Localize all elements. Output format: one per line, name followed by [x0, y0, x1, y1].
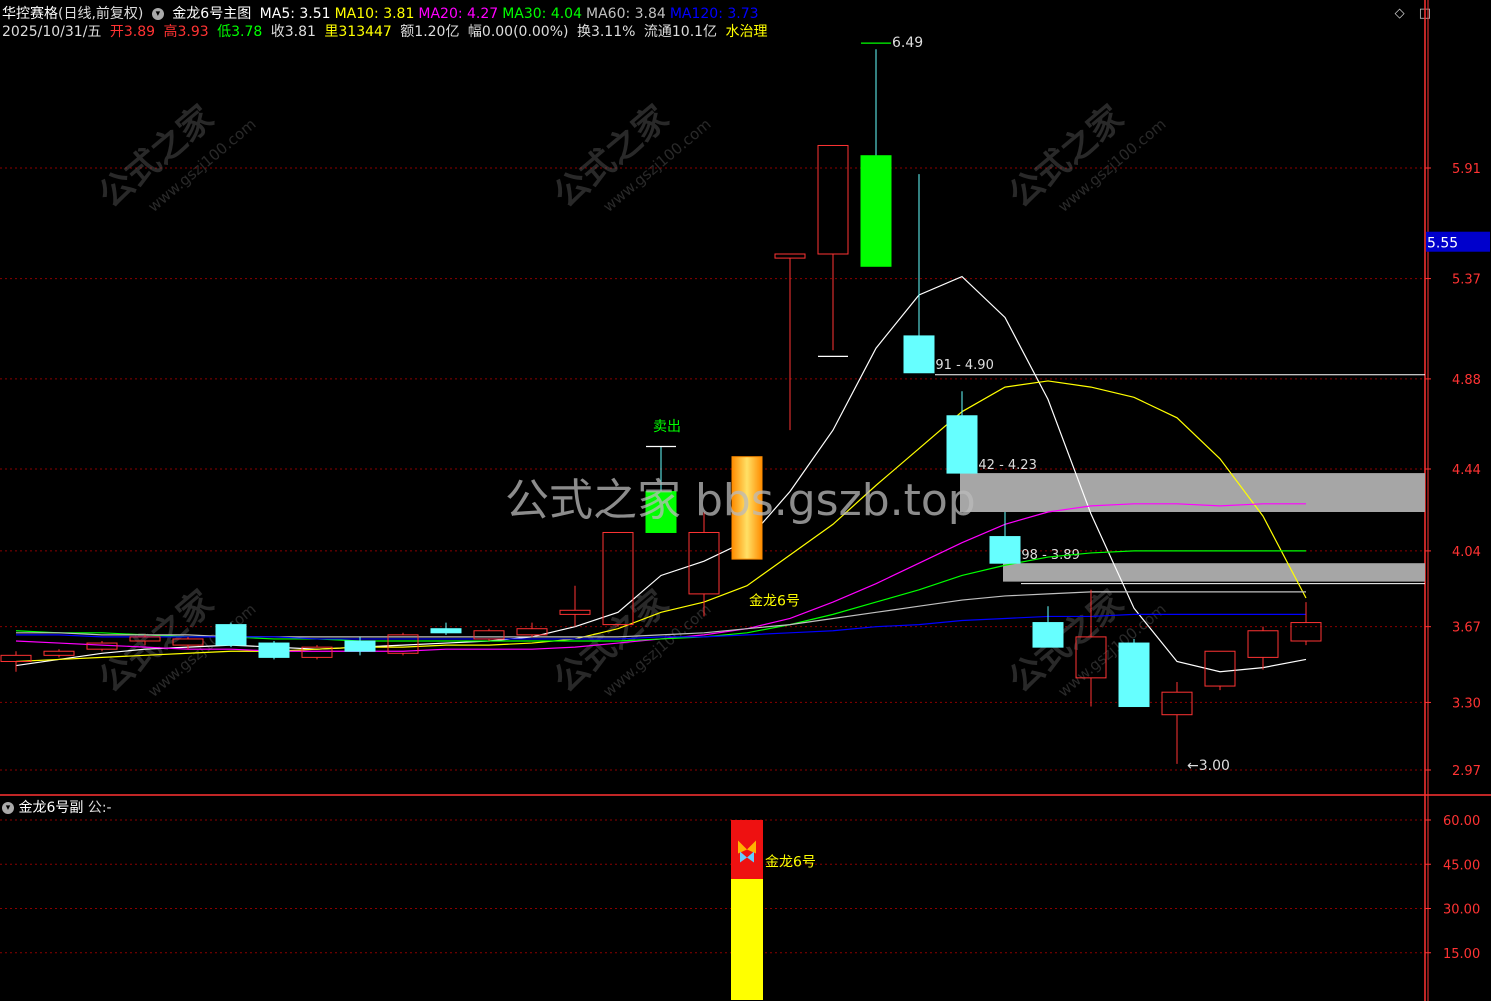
watermark: 公式之家www.gszj100.com: [1001, 98, 1169, 216]
candle-body: [430, 628, 462, 634]
price-zone: [960, 473, 1425, 512]
candle-body: [774, 253, 806, 259]
candle: [946, 391, 978, 474]
candle: [860, 49, 892, 267]
candle-body: [258, 642, 290, 658]
candle: [215, 622, 247, 648]
price-zone: [1003, 563, 1425, 582]
watermark: 公式之家www.gszj100.com: [546, 98, 714, 216]
candle: [0, 651, 32, 672]
candle-body: [903, 335, 935, 374]
candle: [43, 649, 75, 658]
y-tick-label: 5.37: [1452, 273, 1481, 288]
current-price-label: 5.55: [1427, 236, 1458, 252]
candle-body: [43, 650, 75, 656]
chart-annotation: 6.49: [892, 35, 923, 51]
candle: [301, 645, 333, 660]
chart-annotation: 卖出: [653, 419, 681, 435]
chart-canvas[interactable]: 2.97 3.30 3.67 4.04 4.44 4.88 5.37 5.91 15.00 30.…: [0, 0, 1491, 1001]
candle-body: [1118, 642, 1150, 708]
candle-body: [989, 536, 1021, 564]
candle-body: [1032, 622, 1064, 648]
y-tick-label: 3.30: [1452, 696, 1481, 711]
candle: [258, 641, 290, 660]
candle: [516, 622, 548, 637]
y-tick-label: 4.04: [1452, 545, 1481, 560]
candle-body: [1247, 630, 1279, 658]
candle: [989, 512, 1021, 564]
chart-annotation: ←3.00: [1187, 758, 1230, 774]
candle: [1161, 681, 1193, 764]
y-tick-label: 3.67: [1452, 621, 1481, 636]
y-tick-label: 4.88: [1452, 373, 1481, 388]
sub-y-tick-label: 15.00: [1443, 947, 1480, 962]
candle-body: [215, 624, 247, 646]
sub-y-tick-label: 30.00: [1443, 903, 1480, 918]
watermark: 公式之家www.gszj100.com: [91, 98, 259, 216]
candle: [430, 622, 462, 635]
y-tick-label: 2.97: [1452, 764, 1481, 779]
candle: [344, 636, 376, 656]
candle-body: [559, 609, 591, 615]
candle-body: [946, 415, 978, 474]
candle: [1032, 606, 1064, 648]
y-tick-label: 4.44: [1452, 463, 1481, 478]
candle: [817, 144, 849, 351]
candle: [559, 585, 591, 627]
y-tick-label: 5.91: [1452, 162, 1481, 177]
sub-y-tick-label: 45.00: [1443, 858, 1480, 873]
candle: [774, 253, 806, 431]
candle: [903, 174, 935, 374]
candle-body: [860, 155, 892, 267]
candle: [1247, 626, 1279, 670]
candle-body: [1290, 622, 1322, 642]
sub-bar-label: 金龙6号: [765, 854, 816, 870]
candle: [473, 628, 505, 641]
candle-body: [817, 144, 849, 255]
center-watermark: 公式之家 bbs.gszb.top: [505, 475, 976, 526]
candle: [1290, 602, 1322, 646]
sub-y-tick-label: 60.00: [1443, 814, 1480, 829]
candle-body: [344, 640, 376, 652]
sub-bar-yellow: [731, 879, 763, 1000]
chart-annotation: 金龙6号: [749, 594, 800, 610]
candle: [1118, 638, 1150, 708]
candle-body: [1161, 691, 1193, 716]
candle-body: [688, 531, 720, 595]
candle-body: [473, 630, 505, 640]
